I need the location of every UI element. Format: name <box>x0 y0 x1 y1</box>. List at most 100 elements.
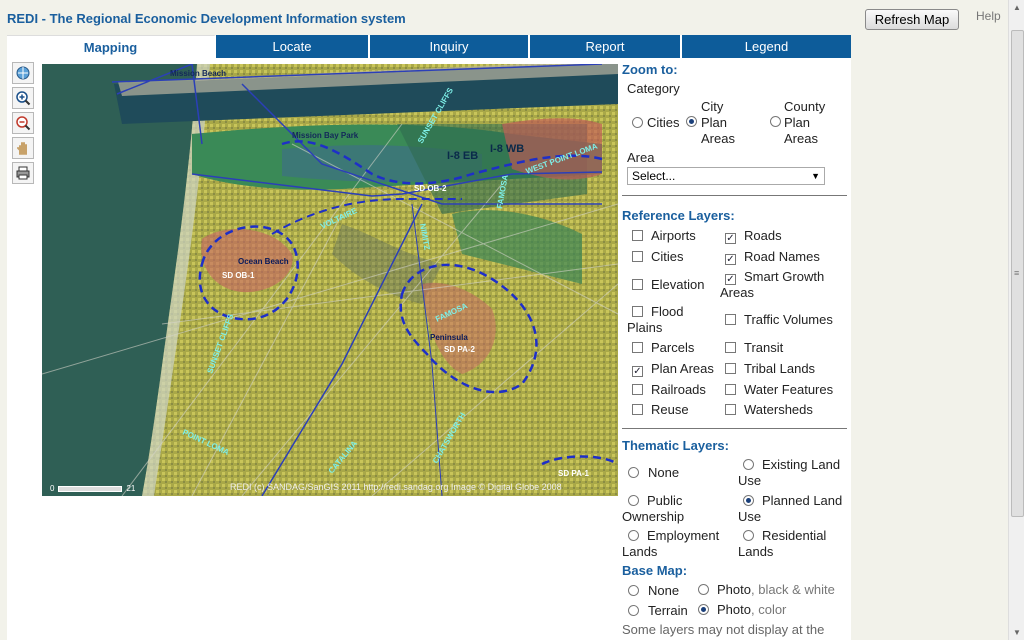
thematic-residential-option[interactable]: Residential Lands <box>738 528 846 560</box>
area-select-value: Select... <box>632 169 676 183</box>
category-city-plan-option[interactable]: City Plan Areas <box>686 99 746 147</box>
layer-elevation-checkbox[interactable] <box>632 279 643 290</box>
base-none-radio[interactable] <box>628 585 639 596</box>
layer-plan-areas[interactable]: ✓ Plan Areas <box>632 361 714 377</box>
layer-traffic-volumes[interactable]: Traffic Volumes <box>725 312 833 327</box>
refresh-map-button[interactable]: Refresh Map <box>865 9 959 30</box>
layer-airports-checkbox[interactable] <box>632 230 643 241</box>
print-icon[interactable] <box>12 162 34 184</box>
map-scalebar: 0 21 <box>50 484 135 493</box>
page-scrollbar[interactable]: ▲ ≡ ▼ <box>1008 0 1024 640</box>
tab-legend[interactable]: Legend <box>682 35 851 58</box>
scroll-down-icon[interactable]: ▼ <box>1013 628 1021 637</box>
thematic-planned-option[interactable]: Planned Land Use <box>738 493 846 525</box>
category-city-plan-label: City Plan Areas <box>701 99 735 146</box>
base-photo-bw-option[interactable]: Photo, black & white <box>698 582 835 597</box>
layer-parcels-checkbox[interactable] <box>632 342 643 353</box>
layer-flood-plains-checkbox[interactable] <box>632 306 643 317</box>
thematic-existing-radio[interactable] <box>743 459 754 470</box>
category-cities-radio[interactable] <box>632 117 643 128</box>
tab-inquiry[interactable]: Inquiry <box>370 35 530 58</box>
thematic-none-label: None <box>648 465 680 480</box>
layer-roads-checkbox[interactable]: ✓ <box>725 233 736 244</box>
category-county-plan-option[interactable]: County Plan Areas <box>770 99 832 147</box>
thematic-existing-option[interactable]: Existing Land Use <box>738 457 846 489</box>
base-terrain-option[interactable]: Terrain <box>628 603 688 618</box>
map-label-sd-ob1: SD OB-1 <box>222 271 255 280</box>
base-terrain-label: Terrain <box>648 603 688 618</box>
layer-water-features-checkbox[interactable] <box>725 384 736 395</box>
layer-smart-growth-checkbox[interactable]: ✓ <box>725 274 736 285</box>
layer-tribal-lands-checkbox[interactable] <box>725 363 736 374</box>
map-view[interactable]: Mission Beach Mission Bay Park SUNSET CL… <box>42 64 618 496</box>
thematic-planned-radio[interactable] <box>743 495 754 506</box>
layer-watersheds-checkbox[interactable] <box>725 404 736 415</box>
layer-watersheds-label: Watersheds <box>744 402 813 417</box>
thematic-public-radio[interactable] <box>628 495 639 506</box>
layer-elevation[interactable]: Elevation <box>632 277 704 292</box>
category-city-plan-radio[interactable] <box>686 116 697 127</box>
map-label-mission-bay-park: Mission Bay Park <box>292 131 359 140</box>
layer-railroads-checkbox[interactable] <box>632 384 643 395</box>
layer-plan-areas-checkbox[interactable]: ✓ <box>632 366 643 377</box>
layer-watersheds[interactable]: Watersheds <box>725 402 813 417</box>
layer-transit-checkbox[interactable] <box>725 342 736 353</box>
layer-reuse[interactable]: Reuse <box>632 402 689 417</box>
layer-reuse-checkbox[interactable] <box>632 404 643 415</box>
layer-water-features-label: Water Features <box>744 382 834 397</box>
thematic-employment-option[interactable]: Employment Lands <box>622 528 730 560</box>
category-county-plan-radio[interactable] <box>770 116 781 127</box>
zoom-in-icon[interactable] <box>12 87 34 109</box>
map-label-i8wb: I-8 WB <box>490 143 524 155</box>
base-none-option[interactable]: None <box>628 583 679 598</box>
category-cities-option[interactable]: Cities <box>632 115 680 130</box>
base-photo-color-option[interactable]: Photo, color <box>698 602 786 617</box>
layer-cities-checkbox[interactable] <box>632 251 643 262</box>
category-label: Category <box>627 81 680 96</box>
thematic-residential-radio[interactable] <box>743 530 754 541</box>
tab-locate[interactable]: Locate <box>216 35 370 58</box>
divider <box>622 428 847 429</box>
map-toolbar <box>12 62 34 187</box>
pan-hand-icon[interactable] <box>12 137 34 159</box>
tab-bar: Mapping Locate Inquiry Report Legend <box>7 35 851 58</box>
layer-roads-label: Roads <box>744 228 782 243</box>
base-terrain-radio[interactable] <box>628 605 639 616</box>
layer-traffic-volumes-checkbox[interactable] <box>725 314 736 325</box>
scroll-up-icon[interactable]: ▲ <box>1013 3 1021 12</box>
layer-railroads-label: Railroads <box>651 382 706 397</box>
base-photo-bw-radio[interactable] <box>698 584 709 595</box>
globe-icon[interactable] <box>12 62 34 84</box>
layer-flood-plains[interactable]: Flood Plains <box>627 304 717 336</box>
layer-road-names[interactable]: ✓ Road Names <box>725 249 820 265</box>
zoom-to-heading: Zoom to: <box>622 62 678 77</box>
layer-airports[interactable]: Airports <box>632 228 696 243</box>
tab-mapping[interactable]: Mapping <box>7 35 216 58</box>
layer-smart-growth[interactable]: ✓ Smart Growth Areas <box>720 269 840 301</box>
area-select[interactable]: Select... ▼ <box>627 167 825 185</box>
zoom-out-icon[interactable] <box>12 112 34 134</box>
layer-parcels[interactable]: Parcels <box>632 340 694 355</box>
layer-parcels-label: Parcels <box>651 340 695 355</box>
layer-transit[interactable]: Transit <box>725 340 783 355</box>
layer-railroads[interactable]: Railroads <box>632 382 706 397</box>
tab-report[interactable]: Report <box>530 35 682 58</box>
layer-water-features[interactable]: Water Features <box>725 382 833 397</box>
scale-start: 0 <box>50 484 55 493</box>
base-photo-color-radio[interactable] <box>698 604 709 615</box>
layer-tribal-lands[interactable]: Tribal Lands <box>725 361 815 376</box>
map-label-mission-beach: Mission Beach <box>170 69 226 78</box>
layer-cities[interactable]: Cities <box>632 249 684 264</box>
layer-reuse-label: Reuse <box>651 402 689 417</box>
thematic-none-radio[interactable] <box>628 467 639 478</box>
thematic-public-option[interactable]: Public Ownership <box>622 493 730 525</box>
layer-display-note: Some layers may not display at the <box>622 622 825 637</box>
map-label-sd-pa1: SD PA-1 <box>558 469 590 478</box>
scroll-grip-icon: ≡ <box>1014 268 1020 278</box>
layer-road-names-checkbox[interactable]: ✓ <box>725 254 736 265</box>
layer-roads[interactable]: ✓ Roads <box>725 228 782 244</box>
thematic-employment-radio[interactable] <box>628 530 639 541</box>
layer-transit-label: Transit <box>744 340 784 355</box>
help-link[interactable]: Help <box>976 9 1001 23</box>
thematic-none-option[interactable]: None <box>628 465 679 480</box>
